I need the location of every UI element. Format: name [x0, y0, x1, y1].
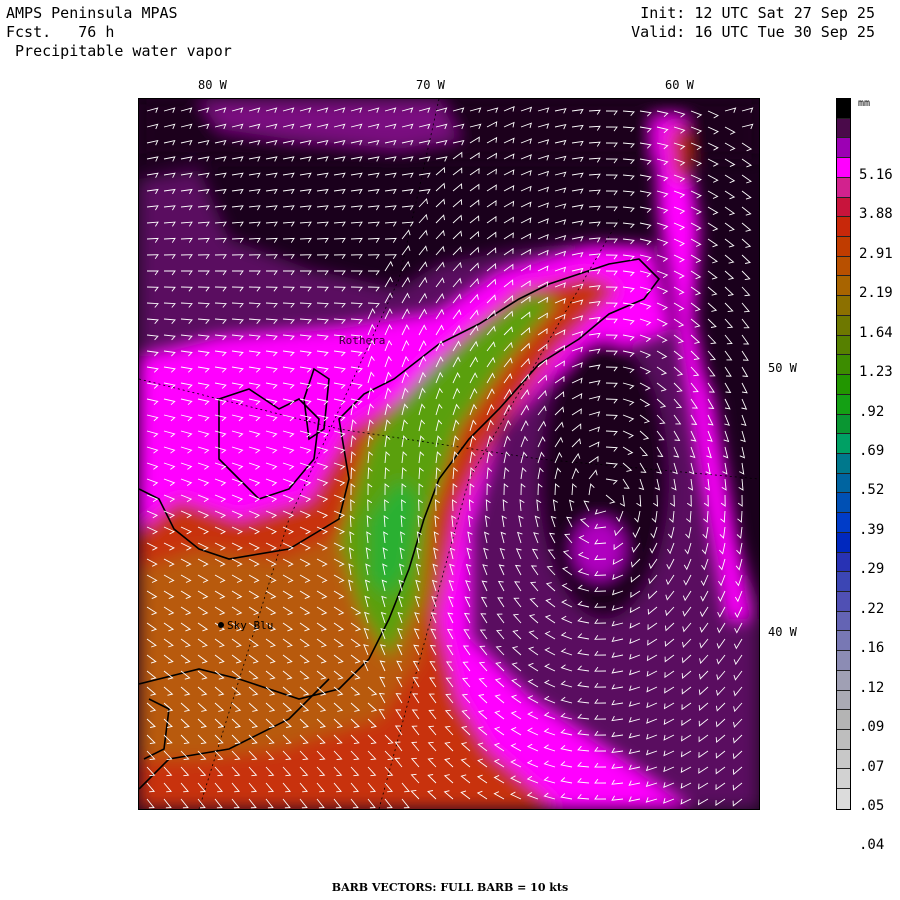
lon-label-70w: 70 W — [416, 78, 445, 92]
colorbar-label: .07 — [859, 758, 885, 775]
colorbar-swatch — [837, 710, 850, 730]
colorbar-swatch — [837, 730, 850, 750]
colorbar-swatch — [837, 256, 850, 277]
colorbar-swatch — [837, 769, 850, 790]
colorbar-swatch — [837, 118, 850, 139]
colorbar-swatch — [837, 335, 850, 356]
station-label-rothera: Rothera — [339, 334, 385, 347]
map-canvas: Sky Blu Rothera — [139, 99, 759, 809]
lon-label-80w: 80 W — [198, 78, 227, 92]
colorbar-swatch — [837, 651, 850, 671]
station-sky-blu: Sky Blu — [218, 619, 273, 632]
colorbar-label: .09 — [859, 719, 885, 736]
colorbar-swatch — [837, 217, 850, 238]
colorbar-swatch — [837, 296, 850, 316]
colorbar-swatch — [837, 572, 850, 592]
colorbar-swatch — [837, 99, 850, 119]
field-name: Precipitable water vapor — [15, 42, 232, 60]
colorbar-label: .69 — [859, 443, 885, 460]
station-marker — [218, 622, 224, 628]
lat-label-40w: 40 W — [768, 625, 797, 639]
colorbar-swatch — [837, 749, 850, 770]
colorbar-swatch — [837, 670, 850, 691]
lat-label-50w: 50 W — [768, 361, 797, 375]
colorbar-swatch — [837, 611, 850, 632]
colorbar-label: .39 — [859, 521, 885, 538]
colorbar-label: .04 — [859, 837, 885, 854]
pwv-map: Sky Blu Rothera — [138, 98, 760, 810]
colorbar-swatch — [837, 453, 850, 474]
colorbar-label: 2.19 — [859, 285, 893, 302]
colorbar-swatch — [837, 315, 850, 336]
colorbar-swatch — [837, 690, 850, 711]
colorbar-swatch — [837, 177, 850, 198]
init-time: Init: 12 UTC Sat 27 Sep 25 — [640, 4, 875, 22]
colorbar-label: .22 — [859, 600, 885, 617]
colorbar-swatch — [837, 276, 850, 297]
barb-legend: BARB VECTORS: FULL BARB = 10 kts — [331, 881, 569, 894]
station-rothera: Rothera — [339, 334, 385, 347]
colorbar-swatch — [837, 355, 850, 376]
colorbar-swatch — [837, 197, 850, 218]
colorbar-label: .16 — [859, 640, 885, 657]
colorbar-swatch — [837, 158, 850, 178]
station-label-sky-blu: Sky Blu — [227, 619, 273, 632]
colorbar-swatch — [837, 493, 850, 514]
colorbar-swatch — [837, 532, 850, 553]
colorbar-label: .92 — [859, 403, 885, 420]
forecast-hours: 76 h — [78, 23, 115, 41]
colorbar-swatch — [837, 237, 850, 257]
colorbar-swatch — [837, 552, 850, 573]
colorbar-swatch — [837, 434, 850, 454]
colorbar-swatch — [837, 138, 850, 159]
colorbar-swatch — [837, 394, 850, 415]
lon-label-60w: 60 W — [665, 78, 694, 92]
colorbar-swatch — [837, 473, 850, 494]
colorbar-swatch — [837, 414, 850, 435]
header-right: Init: 12 UTC Sat 27 Sep 25 Valid: 16 UTC… — [631, 4, 875, 42]
colorbar-swatch — [837, 591, 850, 612]
model-name: AMPS Peninsula MPAS — [6, 4, 178, 22]
header-left: AMPS Peninsula MPAS Fcst. 76 h Precipita… — [6, 4, 232, 61]
colorbar-label: .29 — [859, 561, 885, 578]
colorbar-label: 3.88 — [859, 206, 893, 223]
colorbar-swatch — [837, 789, 850, 809]
colorbar-unit: mm — [858, 98, 871, 109]
colorbar-label: 2.91 — [859, 245, 893, 262]
colorbar-label: 5.16 — [859, 166, 893, 183]
colorbar-swatch — [837, 375, 850, 395]
valid-time: Valid: 16 UTC Tue 30 Sep 25 — [631, 23, 875, 41]
colorbar-label: .52 — [859, 482, 885, 499]
colorbar — [836, 98, 851, 810]
colorbar-swatch — [837, 513, 850, 533]
colorbar-label: .12 — [859, 679, 885, 696]
colorbar-label: .05 — [859, 798, 885, 815]
colorbar-swatch — [837, 631, 850, 652]
colorbar-label: 1.64 — [859, 324, 893, 341]
forecast-label: Fcst. — [6, 23, 52, 41]
colorbar-label: 1.23 — [859, 364, 893, 381]
